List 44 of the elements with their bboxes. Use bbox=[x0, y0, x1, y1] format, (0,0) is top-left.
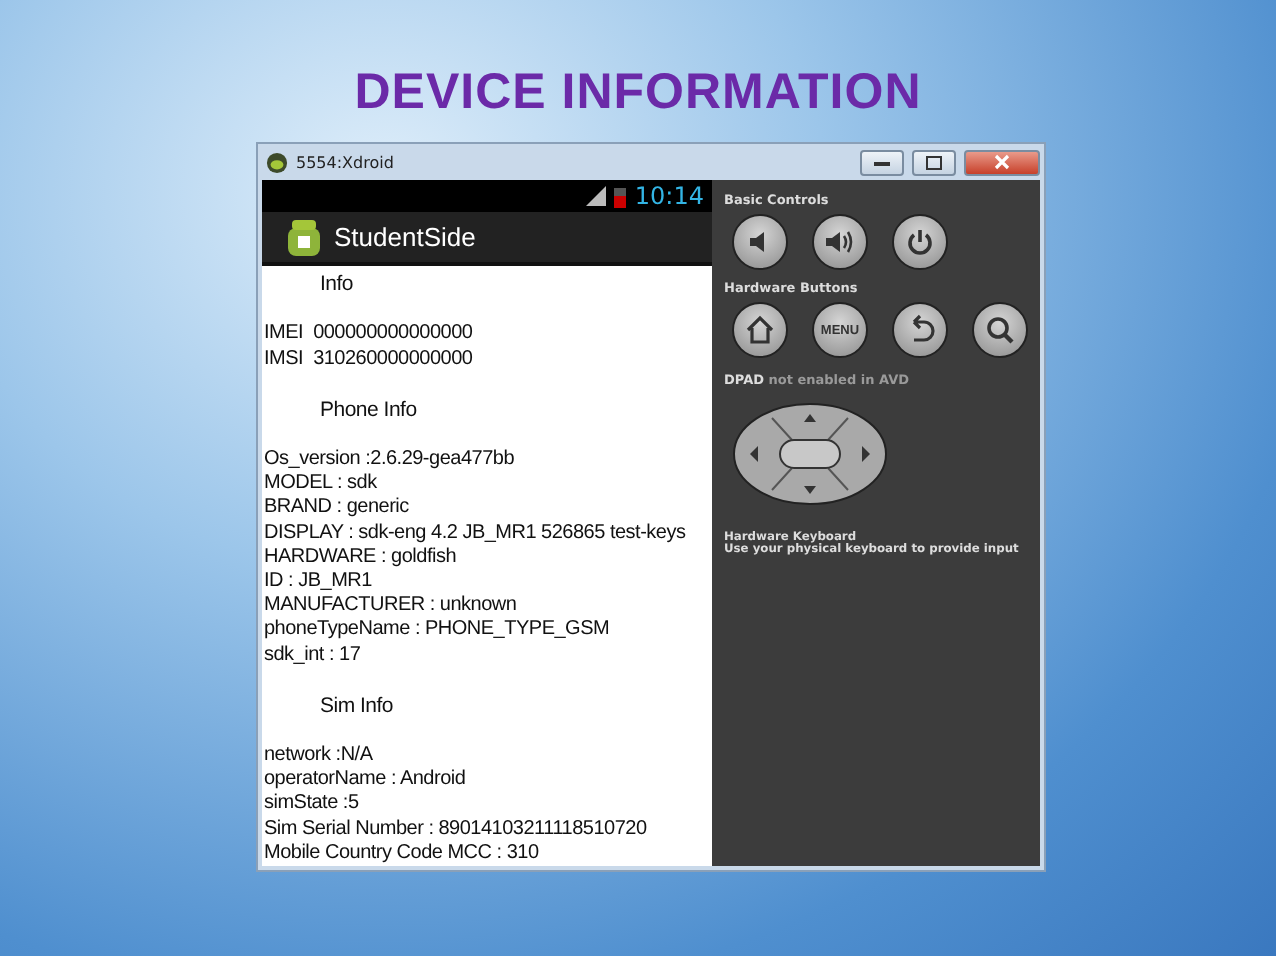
info-line: MODEL : sdk bbox=[264, 472, 379, 497]
info-line: sdk_int : 17 bbox=[264, 643, 363, 668]
info-line: BRAND : generic bbox=[264, 496, 411, 522]
field-label: IMSI bbox=[264, 347, 304, 372]
maximize-button[interactable] bbox=[912, 149, 956, 175]
house-icon bbox=[744, 314, 776, 346]
info-line: operatorName : Android bbox=[264, 768, 468, 793]
maximize-icon bbox=[926, 155, 942, 169]
volume-up-button[interactable] bbox=[812, 214, 868, 270]
info-line: ID : JB_MR1 bbox=[264, 569, 374, 595]
back-button[interactable] bbox=[892, 302, 948, 358]
field-value: 310260000000000 bbox=[313, 347, 473, 372]
field-value: 000000000000000 bbox=[313, 322, 473, 348]
info-line: MANUFACTURER : unknown bbox=[264, 594, 519, 619]
app-title: StudentSide bbox=[334, 222, 476, 253]
slide-title: DEVICE INFORMATION bbox=[354, 64, 922, 122]
field-label: IMEI bbox=[264, 322, 304, 348]
info-line: DISPLAY : sdk-eng 4.2 JB_MR1 526865 test-keys bbox=[264, 521, 688, 546]
clock-text: 10:14 bbox=[634, 182, 704, 210]
volume-down-button[interactable] bbox=[732, 214, 788, 270]
section-heading: Info bbox=[318, 272, 356, 297]
search-icon bbox=[984, 314, 1016, 346]
close-icon bbox=[994, 154, 1010, 170]
info-line: Os_version :2.6.29-gea477bb bbox=[264, 447, 517, 473]
minimize-icon bbox=[874, 159, 890, 165]
info-line: simState :5 bbox=[264, 792, 361, 818]
power-button[interactable] bbox=[892, 214, 948, 270]
info-line: Mobile Country Code MCC : 310 bbox=[264, 841, 541, 866]
battery-icon bbox=[614, 185, 627, 207]
volume-up-icon bbox=[824, 226, 856, 258]
home-button[interactable] bbox=[732, 302, 788, 358]
info-line: Sim Serial Number : 89014103211118510720 bbox=[264, 817, 649, 842]
window-title: 5554:Xdroid bbox=[296, 153, 396, 171]
section-heading: Sim Info bbox=[318, 693, 396, 718]
close-button[interactable] bbox=[964, 149, 1040, 175]
signal-icon bbox=[586, 186, 607, 206]
section-heading: Phone Info bbox=[318, 397, 419, 422]
info-line: network :N/A bbox=[264, 743, 375, 769]
power-icon bbox=[904, 226, 936, 258]
search-button[interactable] bbox=[972, 302, 1028, 358]
info-line: phoneTypeName : PHONE_TYPE_GSM bbox=[264, 618, 612, 644]
dpad-drawing[interactable] bbox=[732, 402, 888, 506]
info-line: HARDWARE : goldfish bbox=[264, 545, 459, 570]
minimize-button[interactable] bbox=[860, 149, 904, 175]
